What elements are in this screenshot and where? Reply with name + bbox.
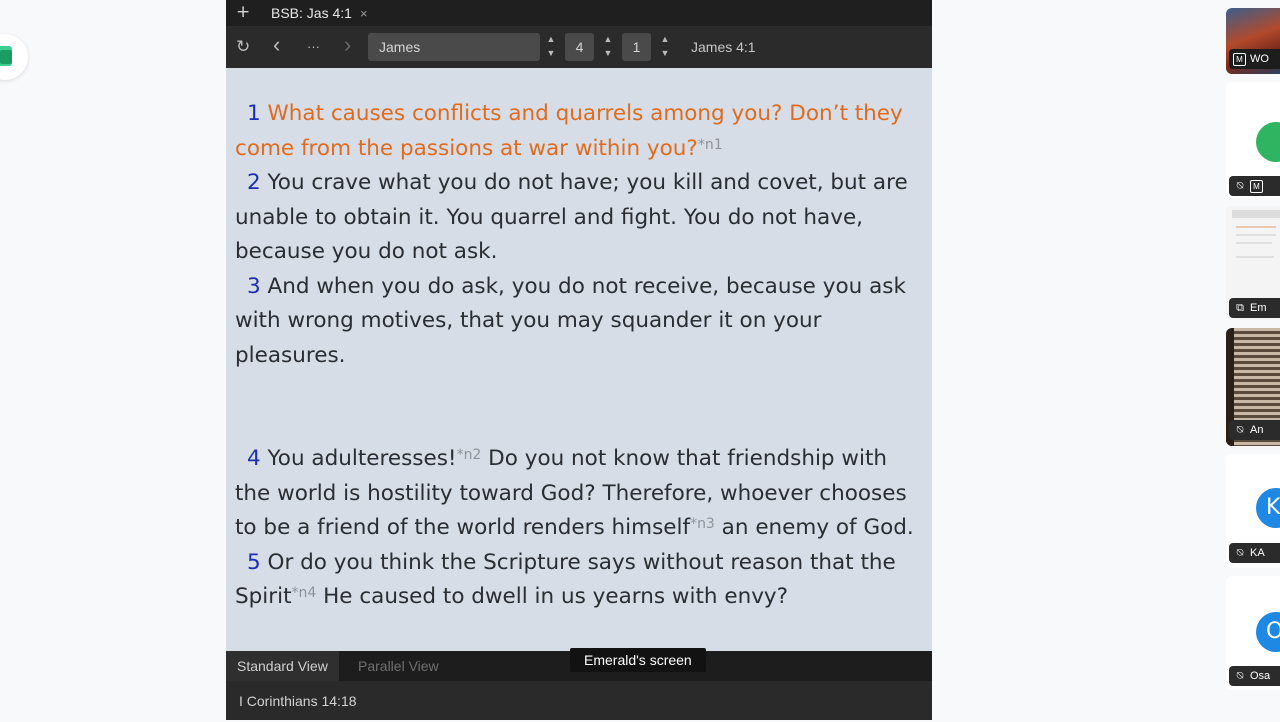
verse-up-arrow-icon[interactable]: ▲ (660, 34, 670, 45)
mic-muted-icon: ⍉ (1236, 547, 1244, 559)
new-tab-icon[interactable]: + (236, 3, 250, 21)
close-tab-icon[interactable]: × (360, 6, 368, 21)
tab-standard-view[interactable]: Standard View (226, 651, 339, 681)
screen-share-label: Emerald's screen (570, 648, 706, 672)
verse-text: What causes conflicts and quarrels among… (235, 101, 903, 161)
thumbnail-line (1236, 226, 1276, 228)
meeting-host-icon: M (1233, 52, 1246, 66)
verse-text: You crave what you do not have; you kill… (235, 170, 908, 264)
notes-app-icon[interactable] (0, 34, 28, 80)
verse-number: 1 (247, 101, 261, 126)
participant-name-tag: ⍉ Osa (1229, 666, 1280, 686)
participant-tile[interactable]: M WO (1226, 8, 1280, 74)
verse-number: 3 (247, 273, 261, 299)
footnote-marker[interactable]: *n2 (457, 447, 482, 463)
passage-text: 1 What causes conflicts and quarrels amo… (235, 97, 925, 615)
verse-field[interactable]: 1 (622, 33, 651, 61)
participant-tile[interactable]: O ⍉ Osa (1226, 576, 1280, 690)
passage-pane: 1 What causes conflicts and quarrels amo… (226, 68, 932, 651)
verse-1[interactable]: 1 What causes conflicts and quarrels amo… (235, 97, 925, 166)
footnote-marker[interactable]: *n4 (292, 585, 317, 601)
verse-3[interactable]: 3 And when you do ask, you do not receiv… (235, 270, 925, 374)
notes-icon-shape-inner (0, 50, 12, 64)
back-icon[interactable]: ‹ (273, 34, 280, 56)
chapter-field[interactable]: 4 (565, 33, 594, 61)
book-down-arrow-icon[interactable]: ▼ (546, 48, 556, 59)
verse-number: 5 (247, 549, 261, 575)
more-options-icon[interactable]: ··· (307, 37, 320, 57)
navigation-toolbar: ↻ ‹ ··· › James ▲ ▼ 4 ▲ ▼ 1 ▲ ▼ James 4:… (226, 26, 932, 68)
verse-text: He caused to dwell in us yearns with env… (316, 584, 789, 609)
book-up-arrow-icon[interactable]: ▲ (546, 34, 556, 45)
participant-name: An (1250, 424, 1264, 436)
participant-name-tag: ⍉ M (1229, 176, 1280, 196)
footnote-marker[interactable]: *n1 (698, 137, 723, 153)
forward-icon[interactable]: › (344, 34, 351, 56)
verse-number: 4 (247, 446, 261, 471)
participant-tile[interactable]: K ⍉ KA (1226, 454, 1280, 568)
verse-5[interactable]: 5 Or do you think the Scripture says wit… (235, 546, 925, 615)
participant-tile-screen-share[interactable]: ⧉ Em (1226, 206, 1280, 320)
status-reference[interactable]: I Corinthians 14:18 (239, 681, 357, 722)
tab-bar: + BSB: Jas 4:1 × (226, 0, 932, 26)
mic-muted-icon: ⍉ (1236, 670, 1244, 682)
thumbnail-line (1236, 242, 1272, 244)
refresh-icon[interactable]: ↻ (236, 37, 250, 57)
screen-share-icon: ⧉ (1236, 302, 1244, 314)
chapter-down-arrow-icon[interactable]: ▼ (603, 48, 613, 59)
participant-avatar: O (1256, 612, 1280, 652)
status-bar: I Corinthians 14:18 (226, 681, 932, 720)
tab-bsb-jas[interactable]: BSB: Jas 4:1 × (261, 0, 378, 26)
participant-name: Em (1250, 302, 1267, 314)
mic-muted-icon: ⍉ (1236, 424, 1244, 436)
reference-label: James 4:1 (691, 39, 756, 55)
mic-muted-icon: ⍉ (1236, 180, 1244, 192)
verse-down-arrow-icon[interactable]: ▼ (660, 48, 670, 59)
verse-4[interactable]: 4 You adulteresses!*n2 Do you not know t… (235, 442, 925, 546)
participant-name-tag: M WO (1229, 49, 1280, 69)
participant-name-tag: ⧉ Em (1229, 298, 1280, 318)
participant-avatar: K (1256, 488, 1280, 528)
verse-text: And when you do ask, you do not receive,… (235, 273, 906, 368)
participant-name-tag: ⍉ KA (1229, 543, 1280, 563)
footnote-marker[interactable]: *n3 (690, 516, 715, 532)
participant-name: WO (1250, 53, 1269, 65)
meeting-host-icon: M (1250, 179, 1263, 193)
participant-tile[interactable]: ⍉ An (1226, 328, 1280, 446)
participant-name: Osa (1250, 670, 1271, 682)
tab-parallel-view[interactable]: Parallel View (348, 651, 449, 681)
thumbnail-line (1236, 234, 1276, 236)
thumbnail-line (1236, 256, 1274, 258)
verse-text: You adulteresses! (267, 446, 457, 471)
book-select[interactable]: James (368, 33, 540, 61)
tab-title: BSB: Jas 4:1 (271, 5, 352, 21)
shared-screen-thumbnail (1232, 210, 1280, 218)
participant-tile[interactable]: ⍉ M (1226, 82, 1280, 198)
bible-app-window: + BSB: Jas 4:1 × ↻ ‹ ··· › James ▲ ▼ 4 ▲… (226, 0, 932, 720)
chapter-up-arrow-icon[interactable]: ▲ (603, 34, 613, 45)
participant-name: KA (1250, 547, 1265, 559)
participant-avatar (1256, 122, 1280, 162)
verse-number: 2 (247, 170, 261, 195)
verse-text: an enemy of God. (714, 515, 914, 540)
verse-2[interactable]: 2 You crave what you do not have; you ki… (235, 166, 925, 270)
participant-name-tag: ⍉ An (1229, 420, 1280, 440)
